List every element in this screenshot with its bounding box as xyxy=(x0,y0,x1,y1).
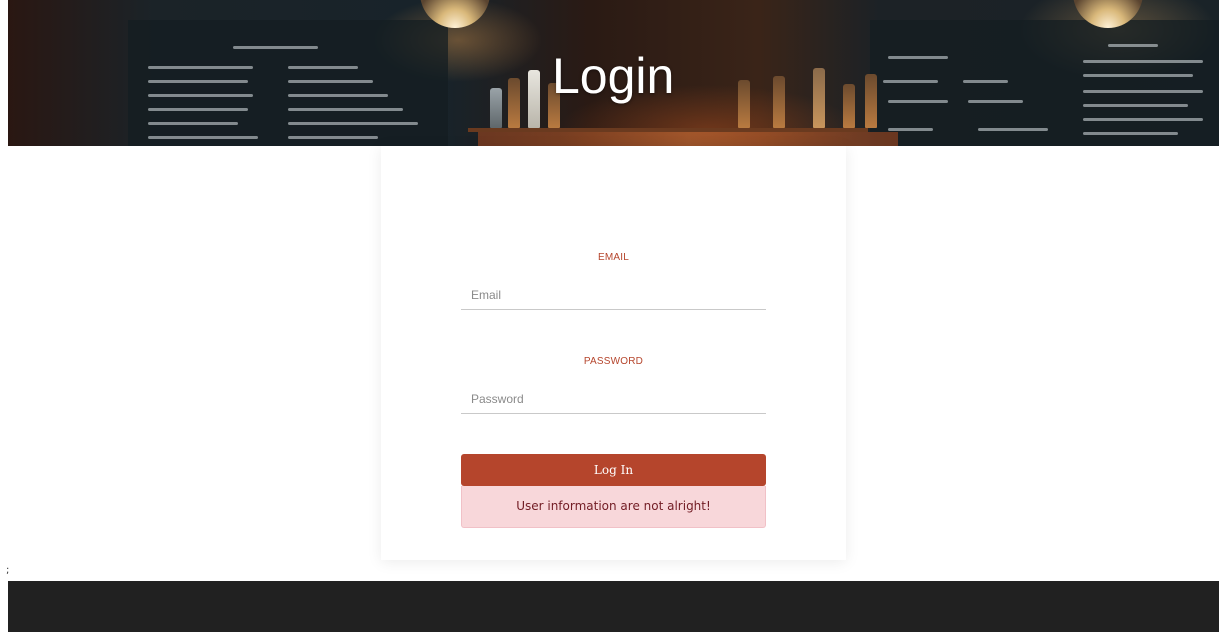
chalk-text-line xyxy=(288,136,378,139)
chalk-text-line xyxy=(1083,60,1203,63)
bottle xyxy=(528,70,540,128)
email-field[interactable] xyxy=(461,280,766,310)
stray-text: ; xyxy=(6,565,10,576)
chalk-text-line xyxy=(148,94,253,97)
chalk-text-line xyxy=(963,80,1008,83)
chalkboard-menu-left xyxy=(128,20,448,146)
hero-banner: Login xyxy=(8,0,1219,146)
password-field[interactable] xyxy=(461,384,766,414)
chalk-text-line xyxy=(288,122,418,125)
bottle xyxy=(773,76,785,128)
error-alert: User information are not alright! xyxy=(461,486,766,528)
chalk-text-line xyxy=(148,108,248,111)
chalk-text-line xyxy=(1083,118,1203,121)
chalk-text-line xyxy=(978,128,1048,131)
chalk-text-line xyxy=(148,66,253,69)
chalk-text-line xyxy=(288,66,358,69)
bottle xyxy=(508,78,520,128)
footer xyxy=(8,581,1219,632)
chalk-text-line xyxy=(888,128,933,131)
chalk-text-line xyxy=(1083,104,1188,107)
chalk-text-line xyxy=(883,80,938,83)
chalk-text-line xyxy=(1083,74,1193,77)
chalk-text-line xyxy=(288,108,403,111)
page-title: Login xyxy=(552,48,675,104)
chalk-text-line xyxy=(968,100,1023,103)
login-card: EMAIL PASSWORD Log In User information a… xyxy=(381,146,846,560)
password-label: PASSWORD xyxy=(583,356,644,367)
email-label: EMAIL xyxy=(597,252,629,263)
chalk-text-line xyxy=(288,94,388,97)
chalk-text-line xyxy=(1083,132,1178,135)
bottle xyxy=(813,68,825,128)
chalk-text-line xyxy=(148,136,258,139)
bottle xyxy=(738,80,750,128)
chalk-text-line xyxy=(233,46,318,49)
bottle xyxy=(865,74,877,128)
bottle xyxy=(490,88,502,128)
chalk-text-line xyxy=(888,100,948,103)
chalk-text-line xyxy=(288,80,373,83)
bar-glow xyxy=(478,132,898,146)
chalk-text-line xyxy=(148,80,248,83)
login-button[interactable]: Log In xyxy=(461,454,766,486)
chalk-text-line xyxy=(1083,90,1203,93)
chalk-text-line xyxy=(148,122,238,125)
chalk-text-line xyxy=(888,56,948,59)
bottle xyxy=(843,84,855,128)
chalk-text-line xyxy=(1108,44,1158,47)
